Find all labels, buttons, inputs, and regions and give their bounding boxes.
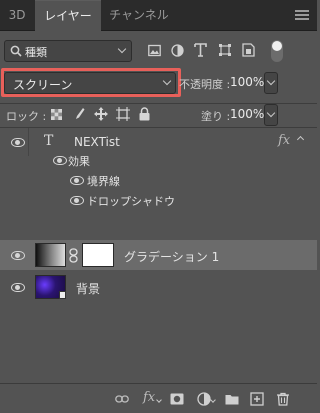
link-chain-icon[interactable] [69, 248, 78, 263]
lock-artboard-icon[interactable] [116, 107, 130, 121]
layer-name: NEXTist [74, 135, 120, 149]
opacity-input[interactable]: 100% [228, 72, 264, 94]
collapse-arrow-icon[interactable] [296, 135, 305, 144]
visibility-eye-icon[interactable] [11, 283, 25, 292]
new-group-folder-icon[interactable] [225, 392, 239, 406]
lock-label: ロック : [6, 110, 47, 123]
lock-all-icon[interactable] [139, 107, 150, 121]
chevron-down-icon [266, 108, 276, 118]
filter-adjustment-icon[interactable] [171, 44, 184, 57]
filter-toggle-switch[interactable] [271, 40, 283, 62]
layer-name: グラデーション 1 [124, 250, 220, 264]
opacity-label: 不透明度 : [179, 78, 231, 91]
tab-channels[interactable]: チャンネル [102, 0, 176, 31]
layers-list: T NEXTist fx 効果 境界線 ドロップシャドウ グラデーション 1 背… [0, 128, 317, 384]
new-adjustment-layer-icon[interactable] [197, 392, 211, 406]
layer-mask-thumbnail[interactable] [82, 243, 114, 267]
chevron-down-icon [156, 397, 162, 403]
link-layers-icon[interactable] [115, 392, 129, 406]
tab-layers[interactable]: レイヤー [35, 0, 101, 31]
effects-label: 効果 [68, 155, 90, 168]
lock-position-icon[interactable] [94, 107, 108, 121]
blend-mode-highlight [1, 68, 181, 97]
lock-image-pixels-icon[interactable] [73, 107, 85, 121]
filter-kind-label: 種類 [25, 46, 47, 59]
trash-icon[interactable] [276, 392, 290, 406]
add-mask-icon[interactable] [170, 392, 184, 406]
smart-object-badge-icon [59, 291, 66, 299]
new-layer-icon[interactable] [250, 392, 264, 406]
visibility-eye-icon[interactable] [70, 176, 84, 185]
effect-row-stroke[interactable]: 境界線 [0, 170, 317, 190]
filter-smart-object-icon[interactable] [242, 43, 255, 57]
layer-name: 背景 [76, 282, 101, 296]
tab-3d[interactable]: 3D [0, 0, 34, 31]
visibility-eye-icon[interactable] [70, 196, 84, 205]
visibility-eye-icon[interactable] [11, 138, 25, 147]
chevron-down-icon [117, 44, 127, 54]
effect-row-drop-shadow[interactable]: ドロップシャドウ [0, 190, 317, 210]
effect-name: ドロップシャドウ [87, 195, 175, 208]
layers-panel: 種類 スクリーン 不透明度 : 100% ロック : 塗り: 100% T N… [0, 32, 317, 413]
lock-transparent-pixels-icon[interactable] [51, 109, 62, 120]
filter-type-icon[interactable] [194, 43, 207, 57]
layer-row-gradient[interactable]: グラデーション 1 [0, 240, 317, 270]
effect-name: 境界線 [87, 175, 120, 188]
layer-row-background[interactable]: 背景 [0, 272, 317, 302]
filter-shape-icon[interactable] [218, 43, 232, 57]
search-icon [10, 45, 22, 57]
add-layer-style-icon[interactable]: fx [143, 390, 155, 405]
filter-pixel-icon[interactable] [148, 44, 161, 57]
fill-dropdown[interactable] [264, 104, 278, 126]
layers-bottom-toolbar: fx [0, 383, 317, 413]
chevron-down-icon [266, 76, 276, 86]
text-layer-icon: T [44, 133, 54, 149]
fill-label: 塗り : [201, 110, 231, 123]
chevron-down-icon [210, 397, 216, 403]
visibility-eye-icon[interactable] [53, 156, 67, 165]
gradient-thumbnail [35, 243, 66, 267]
fill-input[interactable]: 100% [228, 104, 264, 126]
panel-menu-icon[interactable] [295, 10, 309, 20]
opacity-dropdown[interactable] [264, 72, 278, 94]
layer-effects-header[interactable]: 効果 [0, 150, 317, 170]
visibility-eye-icon[interactable] [11, 251, 25, 260]
fx-icon[interactable]: fx [278, 133, 290, 148]
panel-tab-bar: 3D レイヤー チャンネル [0, 0, 317, 31]
layer-filter-dropdown[interactable]: 種類 [4, 40, 132, 62]
